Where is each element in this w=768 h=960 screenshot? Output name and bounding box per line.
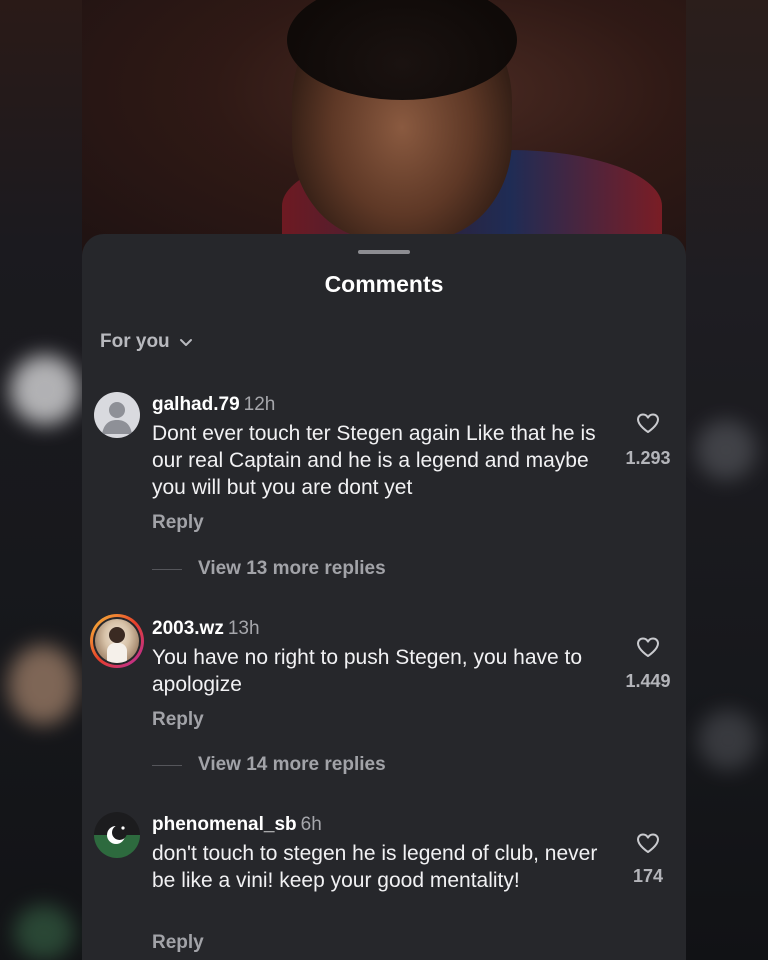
view-more-replies[interactable]: View 13 more replies bbox=[152, 558, 386, 580]
reply-button[interactable]: Reply bbox=[152, 512, 204, 534]
comment-username[interactable]: phenomenal_sb bbox=[152, 814, 297, 835]
blurred-background-right bbox=[686, 0, 768, 960]
comment-username[interactable]: galhad.79 bbox=[152, 394, 240, 415]
comment-text: Dont ever touch ter Stegen again Like th… bbox=[152, 422, 596, 499]
person-icon bbox=[102, 402, 132, 434]
like-count: 174 bbox=[632, 866, 664, 886]
comments-sheet: Comments For you galhad.79 12h Dont ever … bbox=[82, 234, 686, 960]
avatar[interactable] bbox=[94, 392, 140, 438]
video-preview[interactable] bbox=[82, 0, 686, 260]
comment-text: don't touch to stegen he is legend of cl… bbox=[152, 842, 598, 892]
comment-time: 6h bbox=[300, 814, 322, 835]
chevron-down-icon bbox=[179, 339, 192, 346]
like-count: 1.449 bbox=[625, 671, 671, 691]
comment-time: 12h bbox=[243, 394, 276, 415]
filter-label: For you bbox=[100, 331, 170, 352]
reply-button[interactable]: Reply bbox=[152, 709, 204, 731]
view-more-replies-label: View 13 more replies bbox=[198, 558, 386, 579]
comment-header: galhad.79 12h bbox=[152, 394, 275, 416]
sheet-title: Comments bbox=[324, 271, 444, 297]
avatar[interactable] bbox=[90, 614, 144, 668]
heart-icon[interactable] bbox=[636, 412, 660, 434]
profile-photo bbox=[95, 619, 139, 663]
thread-line bbox=[152, 764, 182, 766]
comment-username[interactable]: 2003.wz bbox=[152, 618, 224, 639]
heart-icon[interactable] bbox=[636, 832, 660, 854]
comment-time: 13h bbox=[227, 618, 260, 639]
heart-icon[interactable] bbox=[636, 636, 660, 658]
view-more-replies[interactable]: View 14 more replies bbox=[152, 754, 386, 776]
thread-line bbox=[152, 568, 182, 570]
reply-button[interactable]: Reply bbox=[152, 932, 204, 954]
crescent-star-icon bbox=[107, 825, 127, 844]
comment-header: 2003.wz 13h bbox=[152, 618, 260, 640]
filter-dropdown[interactable]: For you bbox=[100, 331, 194, 353]
comment-header: phenomenal_sb 6h bbox=[152, 814, 322, 836]
blurred-background-left bbox=[0, 0, 82, 960]
like-count: 1.293 bbox=[625, 448, 671, 468]
view-more-replies-label: View 14 more replies bbox=[198, 754, 386, 775]
avatar[interactable] bbox=[94, 812, 140, 858]
comment-text: You have no right to push Stegen, you ha… bbox=[152, 646, 583, 696]
drag-handle[interactable] bbox=[358, 250, 410, 254]
